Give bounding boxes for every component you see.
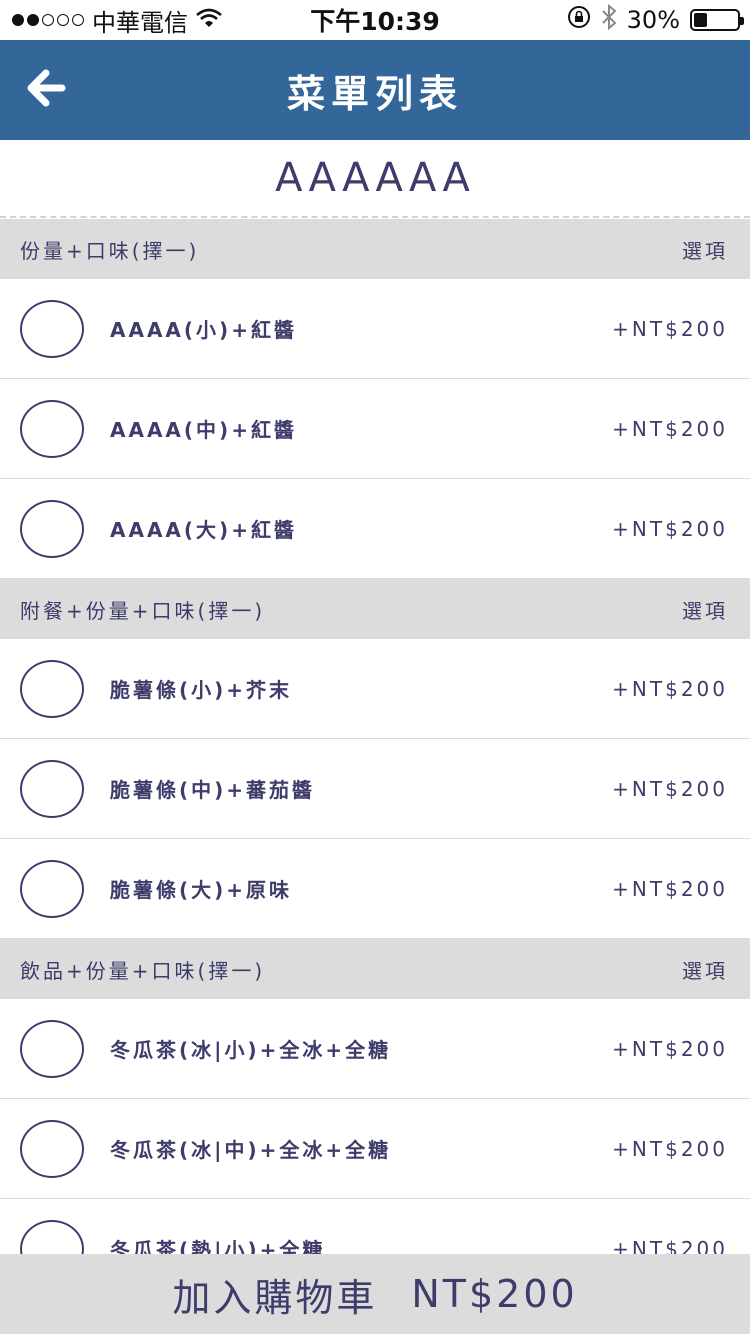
page-title: 菜單列表: [286, 71, 463, 116]
section-title: 飲品+份量+口味(擇一): [20, 958, 266, 983]
radio-button[interactable]: [20, 499, 84, 558]
rotation-lock-icon: [567, 5, 591, 35]
radio-button[interactable]: [20, 1119, 84, 1178]
menu-item[interactable]: AAAA(小)+紅醬 +NT$200: [0, 279, 750, 379]
section-header: 附餐+份量+口味(擇一) 選項: [0, 579, 750, 639]
radio-button[interactable]: [20, 659, 84, 718]
menu-list[interactable]: 份量+口味(擇一) 選項 AAAA(小)+紅醬 +NT$200 AAAA(中)+紅醬 +N…: [0, 219, 750, 1254]
menu-item[interactable]: 冬瓜茶(熱|小)+全糖 +NT$200: [0, 1199, 750, 1254]
battery-percent: 30%: [626, 6, 680, 34]
add-to-cart-label: 加入購物車: [172, 1275, 378, 1320]
cart-total: NT$200: [411, 1272, 578, 1316]
item-price: +NT$200: [612, 676, 728, 701]
section-header: 份量+口味(擇一) 選項: [0, 219, 750, 279]
item-price: +NT$200: [612, 876, 728, 901]
item-name: AAAA(中)+紅醬: [110, 418, 297, 442]
menu-item[interactable]: 脆薯條(小)+芥末 +NT$200: [0, 639, 750, 739]
section-title: 份量+口味(擇一): [20, 238, 200, 263]
shop-name: AAAAAA: [0, 140, 750, 218]
radio-button[interactable]: [20, 759, 84, 818]
section-tag: 選項: [682, 598, 728, 623]
item-price: +NT$200: [612, 1036, 728, 1061]
menu-item[interactable]: 脆薯條(中)+蕃茄醬 +NT$200: [0, 739, 750, 839]
status-bar: 中華電信 下午10:39 30%: [0, 0, 750, 40]
menu-item[interactable]: 冬瓜茶(冰|中)+全冰+全糖 +NT$200: [0, 1099, 750, 1199]
bluetooth-icon: [601, 3, 617, 36]
radio-button[interactable]: [20, 299, 84, 358]
menu-item[interactable]: AAAA(中)+紅醬 +NT$200: [0, 379, 750, 479]
item-price: +NT$200: [612, 1136, 728, 1161]
item-name: 脆薯條(小)+芥末: [110, 678, 293, 702]
battery-fill: [694, 13, 707, 27]
section-tag: 選項: [682, 238, 728, 263]
item-name: 冬瓜茶(冰|中)+全冰+全糖: [110, 1138, 392, 1162]
item-name: 冬瓜茶(熱|小)+全糖: [110, 1238, 326, 1254]
add-to-cart-button[interactable]: 加入購物車 NT$200: [0, 1254, 750, 1334]
item-name: AAAA(大)+紅醬: [110, 518, 297, 542]
radio-button[interactable]: [20, 859, 84, 918]
menu-item[interactable]: 脆薯條(大)+原味 +NT$200: [0, 839, 750, 939]
section-title: 附餐+份量+口味(擇一): [20, 598, 266, 623]
back-button[interactable]: [26, 68, 66, 112]
section-header: 飲品+份量+口味(擇一) 選項: [0, 939, 750, 999]
item-price: +NT$200: [612, 516, 728, 541]
section-tag: 選項: [682, 958, 728, 983]
battery-icon: [690, 9, 744, 31]
back-arrow-icon: [26, 68, 66, 112]
item-name: AAAA(小)+紅醬: [110, 318, 297, 342]
radio-button[interactable]: [20, 399, 84, 458]
item-price: +NT$200: [612, 776, 728, 801]
menu-item[interactable]: 冬瓜茶(冰|小)+全冰+全糖 +NT$200: [0, 999, 750, 1099]
menu-item[interactable]: AAAA(大)+紅醬 +NT$200: [0, 479, 750, 579]
item-price: +NT$200: [612, 316, 728, 341]
radio-button[interactable]: [20, 1019, 84, 1078]
item-price: +NT$200: [612, 416, 728, 441]
item-name: 冬瓜茶(冰|小)+全冰+全糖: [110, 1038, 392, 1062]
item-price: +NT$200: [612, 1236, 728, 1255]
item-name: 脆薯條(大)+原味: [110, 878, 293, 902]
item-name: 脆薯條(中)+蕃茄醬: [110, 778, 316, 802]
nav-header: 菜單列表: [0, 40, 750, 140]
radio-button[interactable]: [20, 1219, 84, 1254]
